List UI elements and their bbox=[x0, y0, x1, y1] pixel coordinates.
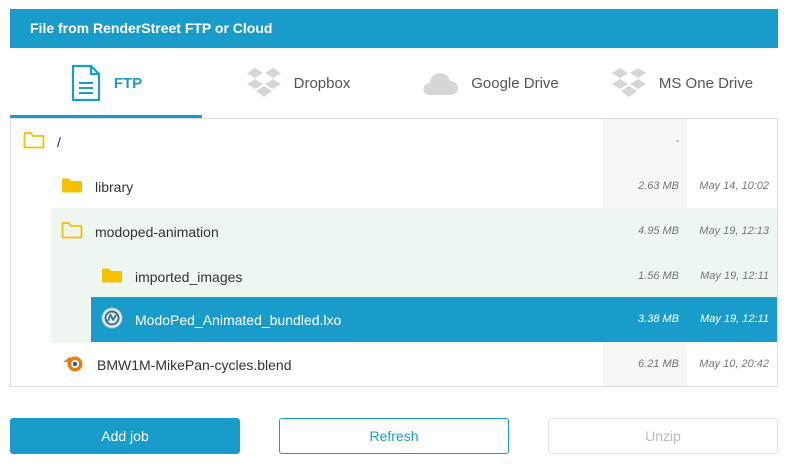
file-date: May 14, 10:02 bbox=[699, 180, 769, 192]
file-row-root[interactable]: / - bbox=[11, 119, 777, 164]
file-date: May 19, 12:11 bbox=[700, 313, 769, 325]
file-date bbox=[691, 119, 769, 164]
source-tabs: FTP Dropbox Google Drive MS One Drive bbox=[10, 48, 778, 118]
file-name: ModoPed_Animated_bundled.lxo bbox=[135, 311, 342, 328]
add-job-button[interactable]: Add job bbox=[10, 418, 240, 454]
blender-file-icon bbox=[61, 353, 85, 376]
cloud-icon bbox=[421, 69, 459, 97]
file-size: 1.56 MB bbox=[638, 270, 679, 282]
folder-icon bbox=[61, 176, 83, 197]
file-date: May 19, 12:11 bbox=[700, 270, 769, 282]
refresh-button[interactable]: Refresh bbox=[279, 418, 509, 454]
dialog-header: File from RenderStreet FTP or Cloud bbox=[10, 9, 778, 48]
file-row-modoped-lxo[interactable]: ModoPed_Animated_bundled.lxo 3.38 MB May… bbox=[11, 297, 777, 342]
file-name: / bbox=[57, 133, 61, 150]
tab-dropbox-label: Dropbox bbox=[293, 74, 351, 92]
file-name: BMW1M-MikePan-cycles.blend bbox=[97, 356, 292, 373]
file-row-bmw-blend[interactable]: BMW1M-MikePan-cycles.blend 6.21 MB May 1… bbox=[11, 342, 777, 386]
file-size: 2.63 MB bbox=[638, 180, 679, 192]
tab-ftp-label: FTP bbox=[113, 74, 143, 92]
file-size: 6.21 MB bbox=[638, 358, 679, 370]
tab-google-drive[interactable]: Google Drive bbox=[394, 48, 586, 118]
file-size: - bbox=[675, 135, 679, 147]
tab-google-drive-label: Google Drive bbox=[471, 74, 559, 92]
document-icon bbox=[70, 64, 102, 102]
folder-outline-icon bbox=[23, 131, 45, 152]
tab-ms-one-drive-label: MS One Drive bbox=[658, 74, 754, 92]
file-date: May 19, 12:13 bbox=[699, 225, 769, 237]
file-browser: / - library 2.63 MB May 14, 10:02 modope… bbox=[10, 118, 778, 387]
file-row-modoped-animation[interactable]: modoped-animation 4.95 MB May 19, 12:13 bbox=[11, 209, 777, 254]
modo-file-icon bbox=[101, 307, 123, 332]
file-size: 3.38 MB bbox=[638, 313, 679, 325]
file-row-library[interactable]: library 2.63 MB May 14, 10:02 bbox=[11, 164, 777, 209]
file-name: imported_images bbox=[135, 268, 243, 285]
dropbox-icon bbox=[611, 66, 647, 100]
dropbox-icon bbox=[246, 66, 282, 100]
tab-dropbox[interactable]: Dropbox bbox=[202, 48, 394, 118]
folder-outline-icon bbox=[61, 221, 83, 242]
file-size: 4.95 MB bbox=[638, 225, 679, 237]
folder-icon bbox=[101, 266, 123, 287]
file-date: May 10, 20:42 bbox=[699, 358, 769, 370]
file-name: modoped-animation bbox=[95, 223, 219, 240]
file-row-imported-images[interactable]: imported_images 1.56 MB May 19, 12:11 bbox=[11, 254, 777, 299]
dialog-title: File from RenderStreet FTP or Cloud bbox=[30, 20, 273, 36]
unzip-button[interactable]: Unzip bbox=[548, 418, 778, 454]
file-name: library bbox=[95, 178, 134, 195]
tab-ms-one-drive[interactable]: MS One Drive bbox=[586, 48, 778, 118]
tab-ftp[interactable]: FTP bbox=[10, 48, 202, 118]
